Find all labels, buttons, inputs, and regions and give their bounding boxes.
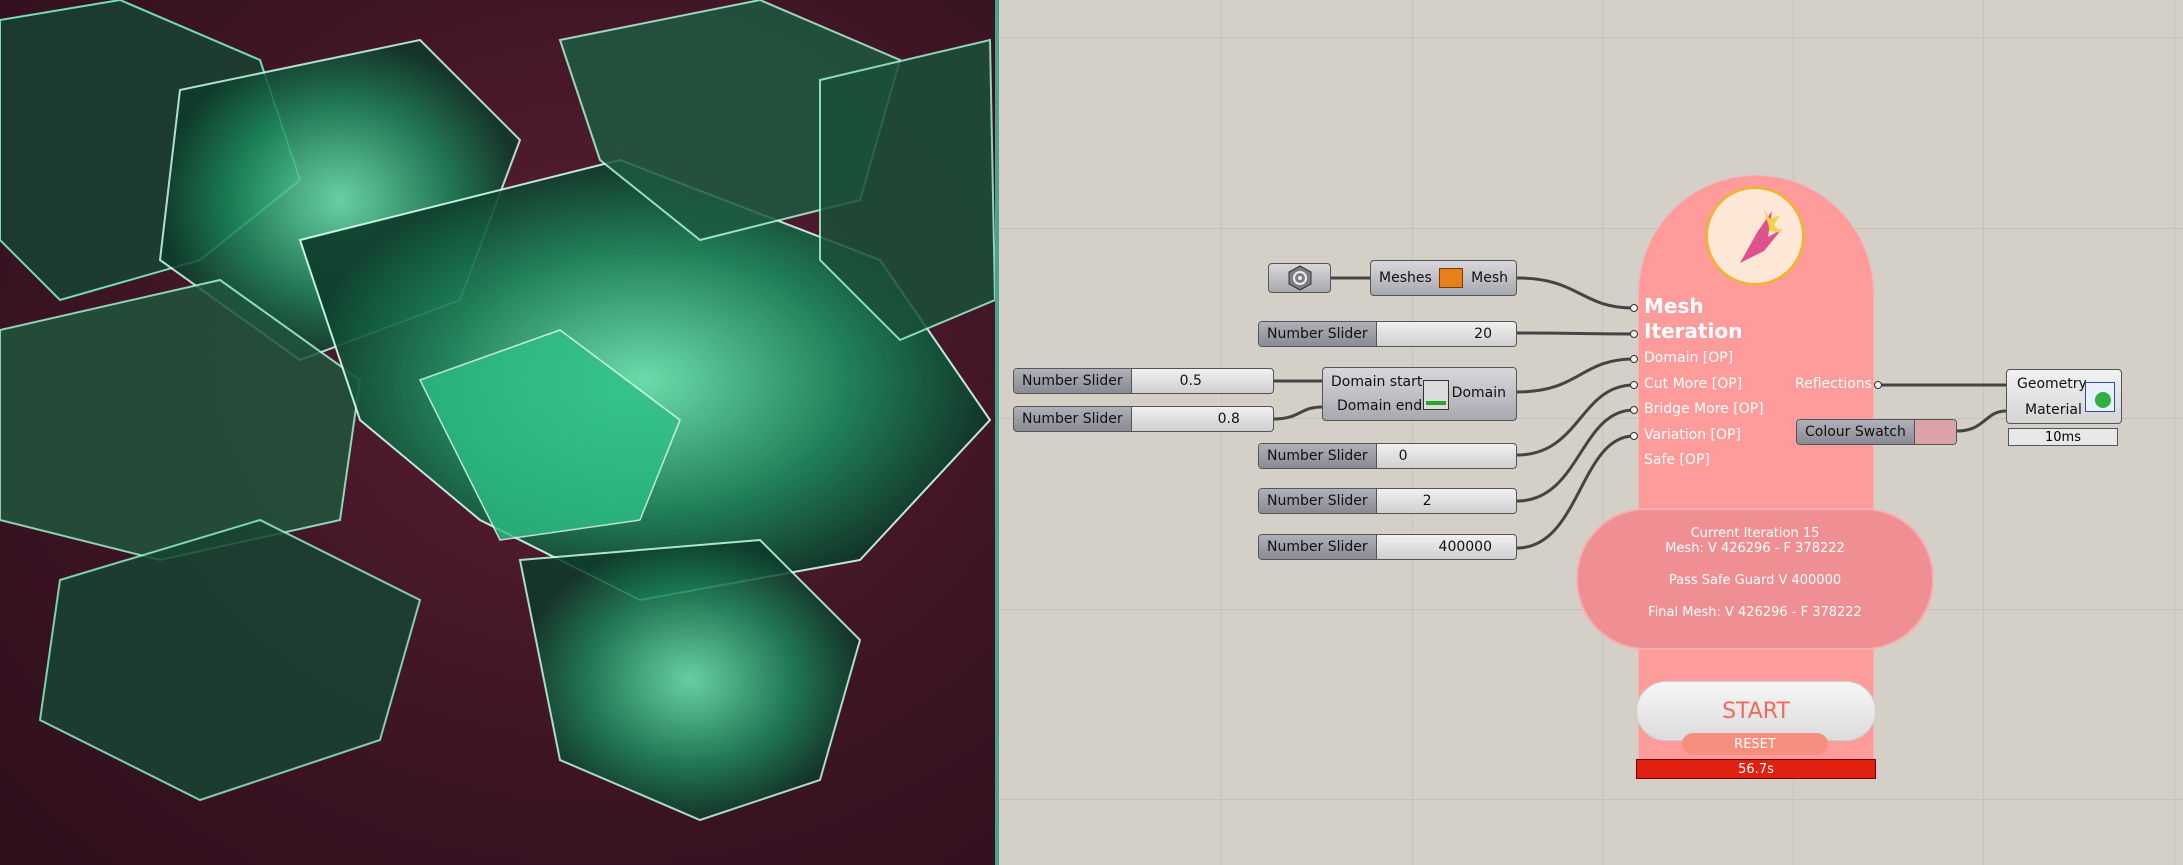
output-port[interactable] <box>1874 381 1882 389</box>
geometry-param[interactable] <box>1268 263 1331 293</box>
number-slider-cut-more[interactable]: Number Slider 0 <box>1258 443 1517 469</box>
slider-value: 0 <box>1398 448 1408 464</box>
input-port[interactable] <box>1630 406 1638 414</box>
slider-value: 0.8 <box>1217 411 1240 427</box>
slider-label: Number Slider <box>1259 535 1377 559</box>
timer-bar: 56.7s <box>1636 759 1876 779</box>
input-cut-more[interactable]: Cut More [OP] <box>1644 376 1742 392</box>
input-port[interactable] <box>1630 330 1638 338</box>
flower-logo-icon <box>1705 186 1805 286</box>
mesh-output-label: Mesh <box>1471 270 1508 286</box>
construct-domain-icon <box>1423 380 1449 410</box>
info-current-iteration: Current Iteration 15 <box>1690 526 1820 541</box>
title-line-2: Iteration <box>1644 319 1743 343</box>
slider-value: 2 <box>1422 493 1432 509</box>
info-mesh: Mesh: V 426296 - F 378222 <box>1665 541 1845 556</box>
slider-label: Number Slider <box>1259 322 1377 346</box>
slider-value: 20 <box>1474 326 1492 342</box>
input-domain[interactable]: Domain [OP] <box>1644 350 1733 366</box>
slider-value: 400000 <box>1438 539 1492 555</box>
info-safe-guard: Pass Safe Guard V 400000 <box>1668 573 1842 588</box>
input-port[interactable] <box>1630 381 1638 389</box>
custom-preview-component[interactable]: Geometry Material <box>2006 369 2122 424</box>
reset-button[interactable]: RESET <box>1682 733 1828 755</box>
geometry-input-label: Geometry <box>2017 376 2087 392</box>
param-hex-icon <box>1288 265 1311 291</box>
colour-swatch-label: Colour Swatch <box>1797 420 1915 444</box>
material-input-label: Material <box>2025 402 2082 418</box>
input-safe[interactable]: Safe [OP] <box>1644 452 1710 468</box>
input-port[interactable] <box>1630 355 1638 363</box>
meshes-input-label: Meshes <box>1379 270 1432 286</box>
slider-value: 0.5 <box>1179 373 1202 389</box>
iteration-info-panel: Current Iteration 15 Mesh: V 426296 - F … <box>1576 508 1934 650</box>
mesh-iteration-title: Mesh Iteration <box>1644 294 1742 344</box>
preview-timer: 10ms <box>2008 428 2118 446</box>
mesh-convert-component[interactable]: Meshes Mesh <box>1370 260 1517 296</box>
input-port[interactable] <box>1630 304 1638 312</box>
colour-swatch-component[interactable]: Colour Swatch <box>1796 419 1957 445</box>
input-port[interactable] <box>1630 432 1638 440</box>
info-final-mesh: Final Mesh: V 426296 - F 378222 <box>1648 605 1862 620</box>
slider-label: Number Slider <box>1014 369 1132 393</box>
input-variation[interactable]: Variation [OP] <box>1644 427 1741 443</box>
number-slider-domain-start[interactable]: Number Slider 0.5 <box>1013 368 1274 394</box>
start-button[interactable]: START <box>1636 681 1876 741</box>
custom-preview-icon <box>2085 382 2115 412</box>
title-line-1: Mesh <box>1644 294 1704 318</box>
slider-label: Number Slider <box>1259 489 1377 513</box>
number-slider-variation[interactable]: Number Slider 2 <box>1258 488 1517 514</box>
number-slider-safe[interactable]: Number Slider 400000 <box>1258 534 1517 560</box>
output-reflections[interactable]: Reflections <box>1795 376 1872 392</box>
number-slider-domain-end[interactable]: Number Slider 0.8 <box>1013 406 1274 432</box>
mesh-convert-icon <box>1439 268 1464 288</box>
input-bridge-more[interactable]: Bridge More [OP] <box>1644 401 1764 417</box>
number-slider-iterations[interactable]: Number Slider 20 <box>1258 321 1517 347</box>
domain-end-label: Domain end <box>1337 398 1423 414</box>
slider-label: Number Slider <box>1259 444 1377 468</box>
domain-output-label: Domain <box>1451 385 1506 401</box>
slider-label: Number Slider <box>1014 407 1132 431</box>
construct-domain-component[interactable]: Domain start Domain end Domain <box>1322 367 1517 421</box>
domain-start-label: Domain start <box>1331 374 1423 390</box>
colour-swatch-color[interactable] <box>1914 420 1956 444</box>
